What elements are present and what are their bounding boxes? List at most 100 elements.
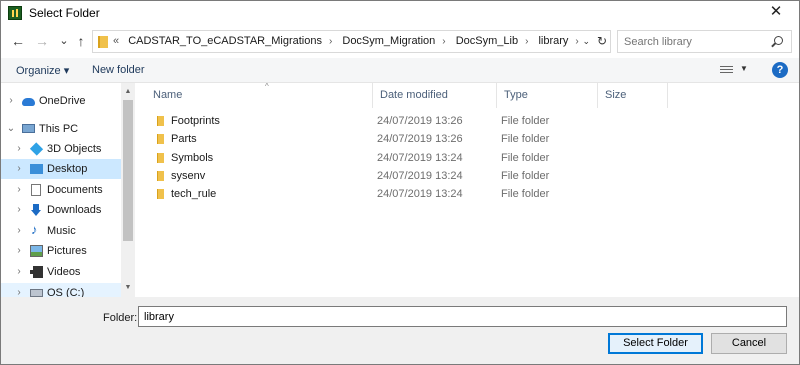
sidebar-item-3d-objects[interactable]: › 3D Objects xyxy=(1,139,121,159)
file-row[interactable]: tech_rule 24/07/2019 13:24 File folder xyxy=(137,185,557,203)
folder-icon xyxy=(157,171,164,181)
scroll-down-icon[interactable]: ▼ xyxy=(121,281,135,295)
file-name: Parts xyxy=(171,133,197,145)
sidebar-item-label: OS (C:) xyxy=(47,287,85,297)
chevron-right-icon[interactable]: › xyxy=(14,283,24,297)
column-header-name[interactable]: ^ Name xyxy=(146,82,373,108)
view-options-icon[interactable] xyxy=(720,66,733,75)
column-header-type[interactable]: Type xyxy=(497,83,598,108)
new-folder-button[interactable]: New folder xyxy=(92,64,145,76)
scrollbar-thumb[interactable] xyxy=(123,100,133,241)
up-button[interactable]: ↑ xyxy=(72,32,90,50)
document-icon xyxy=(31,184,41,196)
cloud-icon xyxy=(22,98,35,106)
title-bar: Select Folder ✕ xyxy=(1,1,799,25)
address-history-dropdown[interactable]: ⌄ xyxy=(582,31,590,52)
chevron-right-icon[interactable]: › xyxy=(14,262,24,282)
chevron-down-icon[interactable]: ⌄ xyxy=(6,119,16,139)
window-title: Select Folder xyxy=(29,6,100,20)
column-header-size[interactable]: Size xyxy=(598,83,668,108)
music-icon: ♪ xyxy=(31,222,38,237)
file-date: 24/07/2019 13:24 xyxy=(377,152,463,164)
file-type: File folder xyxy=(501,152,550,164)
overflow-chevron-icon[interactable]: « xyxy=(113,35,119,47)
breadcrumb: « CADSTAR_TO_eCADSTAR_Migrations › DocSym… xyxy=(113,31,586,52)
help-icon[interactable]: ? xyxy=(772,62,788,78)
search-icon[interactable] xyxy=(774,36,783,45)
sidebar-item-label: Downloads xyxy=(47,204,102,216)
computer-icon xyxy=(22,124,35,133)
breadcrumb-item[interactable]: library xyxy=(538,35,568,47)
file-row[interactable]: sysenv 24/07/2019 13:24 File folder xyxy=(137,167,557,185)
sidebar-item-videos[interactable]: › Videos xyxy=(1,262,121,282)
desktop-icon xyxy=(30,164,43,174)
sidebar-item-onedrive[interactable]: › OneDrive xyxy=(1,91,121,111)
command-bar: Organize ▾ New folder ▼ ? xyxy=(1,58,799,83)
chevron-right-icon[interactable]: › xyxy=(14,180,24,200)
folder-icon xyxy=(157,153,164,163)
sidebar-item-label: Videos xyxy=(47,266,81,278)
sidebar-item-label: Documents xyxy=(47,184,103,196)
view-dropdown-icon[interactable]: ▼ xyxy=(740,64,748,73)
video-icon xyxy=(30,266,43,278)
recent-locations-button[interactable]: ⌄ xyxy=(55,32,73,50)
file-name: Symbols xyxy=(171,152,214,164)
file-row[interactable]: Symbols 24/07/2019 13:24 File folder xyxy=(137,149,557,167)
sidebar-item-label: Pictures xyxy=(47,245,87,257)
forward-button[interactable]: → xyxy=(33,32,51,50)
sidebar-item-music[interactable]: › ♪ Music xyxy=(1,221,121,241)
download-icon xyxy=(31,204,41,216)
file-date: 24/07/2019 13:24 xyxy=(377,170,463,182)
dialog-footer: Folder: Select Folder Cancel xyxy=(1,297,799,364)
sidebar-scrollbar[interactable]: ▲ ▼ xyxy=(121,83,135,297)
sidebar-item-pictures[interactable]: › Pictures xyxy=(1,241,121,261)
search-box xyxy=(617,30,792,53)
sidebar-item-documents[interactable]: › Documents xyxy=(1,180,121,200)
scroll-up-icon[interactable]: ▲ xyxy=(121,85,135,99)
sidebar-item-desktop[interactable]: › Desktop xyxy=(1,159,121,179)
sidebar-item-os-c[interactable]: › OS (C:) xyxy=(1,283,121,297)
file-row[interactable]: Footprints 24/07/2019 13:26 File folder xyxy=(137,112,557,130)
sidebar-item-downloads[interactable]: › Downloads xyxy=(1,200,121,220)
folder-icon xyxy=(98,36,108,48)
file-date: 24/07/2019 13:26 xyxy=(377,133,463,145)
select-folder-button[interactable]: Select Folder xyxy=(608,333,703,354)
breadcrumb-item[interactable]: CADSTAR_TO_eCADSTAR_Migrations xyxy=(128,35,322,47)
folder-icon xyxy=(157,134,164,144)
refresh-button[interactable]: ↻ xyxy=(597,31,607,52)
folder-label: Folder: xyxy=(103,312,138,324)
chevron-right-icon[interactable]: › xyxy=(6,91,16,111)
chevron-right-icon[interactable]: › xyxy=(14,200,24,220)
cube-icon xyxy=(29,142,44,156)
picture-icon xyxy=(30,245,43,257)
chevron-right-icon[interactable]: › xyxy=(14,139,24,159)
select-folder-dialog: Select Folder ✕ ← → ⌄ ↑ « CADSTAR_TO_eCA… xyxy=(0,0,800,365)
breadcrumb-separator-icon[interactable]: › xyxy=(329,36,332,47)
sidebar-item-label: Desktop xyxy=(47,163,88,175)
folder-name-input[interactable] xyxy=(138,306,787,327)
breadcrumb-item[interactable]: DocSym_Lib xyxy=(456,35,518,47)
breadcrumb-item[interactable]: DocSym_Migration xyxy=(342,35,435,47)
sidebar-item-this-pc[interactable]: ⌄ This PC xyxy=(1,119,121,139)
file-row[interactable]: Parts 24/07/2019 13:26 File folder xyxy=(137,130,557,148)
folder-icon xyxy=(157,116,164,126)
file-type: File folder xyxy=(501,188,550,200)
column-header-date-modified[interactable]: Date modified xyxy=(373,83,497,108)
breadcrumb-separator-icon[interactable]: › xyxy=(442,36,445,47)
sidebar-item-label: 3D Objects xyxy=(47,143,102,155)
close-button[interactable]: ✕ xyxy=(753,1,799,25)
chevron-right-icon[interactable]: › xyxy=(14,159,24,179)
sidebar-item-label: This PC xyxy=(39,123,79,135)
breadcrumb-separator-icon[interactable]: › xyxy=(575,36,578,47)
organize-menu-button[interactable]: Organize ▾ xyxy=(16,64,69,77)
cancel-button[interactable]: Cancel xyxy=(711,333,787,354)
chevron-right-icon[interactable]: › xyxy=(14,221,24,241)
breadcrumb-separator-icon[interactable]: › xyxy=(525,36,528,47)
chevron-right-icon[interactable]: › xyxy=(14,241,24,261)
file-type: File folder xyxy=(501,115,550,127)
app-icon xyxy=(8,6,22,20)
back-button[interactable]: ← xyxy=(9,32,27,50)
address-bar[interactable]: « CADSTAR_TO_eCADSTAR_Migrations › DocSym… xyxy=(92,30,611,53)
file-date: 24/07/2019 13:26 xyxy=(377,115,463,127)
search-input[interactable] xyxy=(624,34,764,49)
